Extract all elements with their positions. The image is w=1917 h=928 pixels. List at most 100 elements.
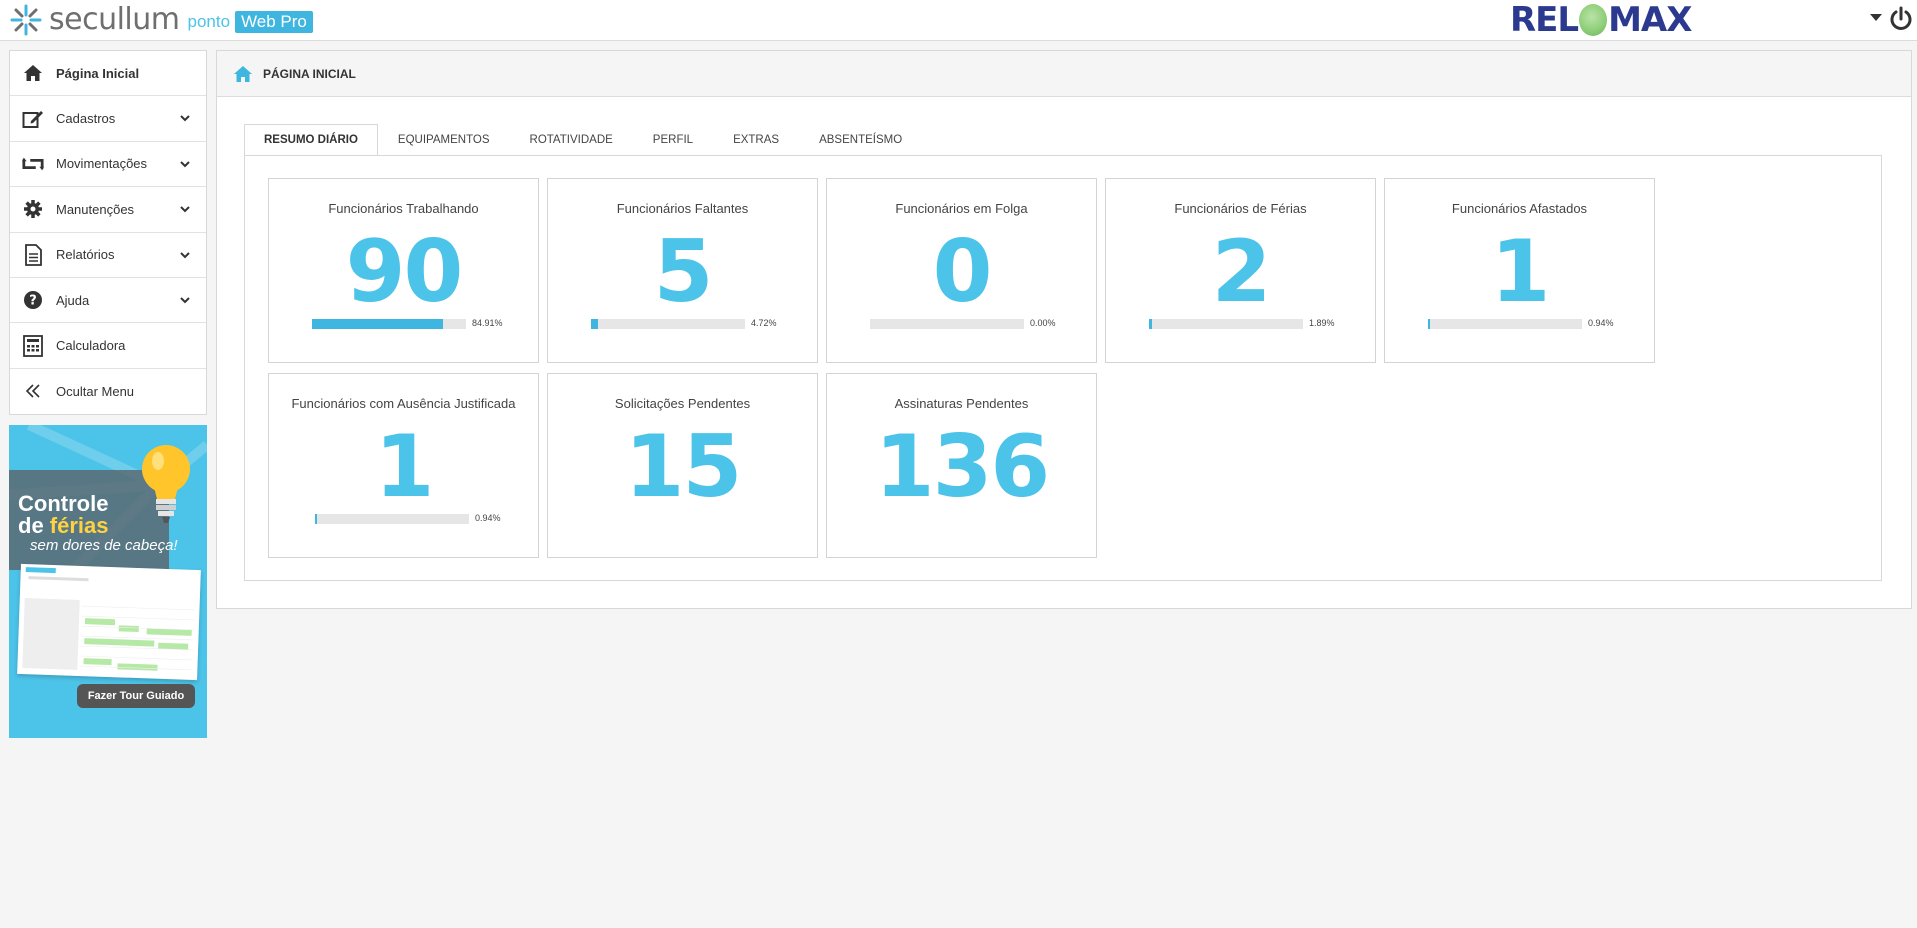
- sidebar-item-label: Relatórios: [56, 247, 115, 263]
- card-title: Funcionários Faltantes: [616, 201, 749, 216]
- card-percent: 84.91%: [472, 318, 503, 328]
- progress-bar: [1149, 319, 1303, 329]
- card-value: 0: [932, 222, 993, 322]
- calculator-icon: [22, 334, 44, 357]
- user-dropdown-caret-icon[interactable]: [1870, 14, 1882, 21]
- gear-icon: [22, 198, 44, 220]
- promo-subtitle: sem dores de cabeça!: [30, 537, 178, 554]
- tab-resumo-diario[interactable]: RESUMO DIÁRIO: [244, 124, 378, 156]
- card-percent: 1.89%: [1309, 318, 1335, 328]
- progress-bar-fill: [312, 319, 443, 329]
- chevron-down-icon: [180, 251, 190, 258]
- progress-bar: [591, 319, 745, 329]
- sidebar-item-label: Cadastros: [56, 111, 116, 127]
- tab-equipamentos[interactable]: EQUIPAMENTOS: [378, 124, 510, 156]
- card-percent: 0.94%: [475, 513, 501, 523]
- tab-content-resumo-diario: Funcionários Trabalhando 90 84.91% Funci…: [244, 155, 1882, 581]
- sidebar-item-calculadora[interactable]: Calculadora: [10, 323, 206, 369]
- lightbulb-icon: [142, 445, 190, 523]
- stat-card-folga[interactable]: Funcionários em Folga 0 0.00%: [826, 178, 1097, 363]
- document-icon: [22, 243, 44, 266]
- stat-card-solicitacoes-pendentes[interactable]: Solicitações Pendentes 15: [547, 373, 818, 558]
- top-bar: secullum ponto Web Pro REL MAX: [0, 0, 1917, 41]
- sidebar-item-ajuda[interactable]: ? Ajuda: [10, 278, 206, 324]
- sidebar-item-ocultar-menu[interactable]: Ocultar Menu: [10, 369, 206, 414]
- card-percent: 0.94%: [1588, 318, 1614, 328]
- progress-bar-fill: [591, 319, 599, 329]
- sidebar-item-manutencoes[interactable]: Manutenções: [10, 187, 206, 233]
- progress-bar: [1428, 319, 1582, 329]
- card-value: 5: [653, 222, 714, 322]
- double-chevron-left-icon: [22, 380, 44, 402]
- tour-guiado-button[interactable]: Fazer Tour Guiado: [77, 684, 195, 708]
- sidebar-item-relatorios[interactable]: Relatórios: [10, 233, 206, 278]
- brand-right-text: MAX: [1608, 0, 1692, 40]
- tab-extras[interactable]: EXTRAS: [713, 124, 799, 156]
- chevron-down-icon: [180, 161, 190, 168]
- sidebar-item-pagina-inicial[interactable]: Página Inicial: [10, 51, 206, 97]
- promo-title-line2: de férias: [18, 515, 109, 537]
- card-title: Funcionários de Férias: [1174, 201, 1307, 216]
- sidebar-item-cadastros[interactable]: Cadastros: [10, 96, 206, 142]
- promo-banner[interactable]: Controle de férias sem dores de cabeça!: [9, 425, 207, 738]
- power-icon[interactable]: [1888, 6, 1914, 32]
- sidebar-item-label: Página Inicial: [56, 65, 140, 81]
- edit-icon: [22, 108, 44, 130]
- progress-bar: [315, 514, 469, 524]
- retweet-icon: [22, 153, 44, 175]
- card-title: Assinaturas Pendentes: [894, 396, 1029, 411]
- chevron-down-icon: [180, 297, 190, 304]
- card-percent: 4.72%: [751, 318, 777, 328]
- stat-card-trabalhando[interactable]: Funcionários Trabalhando 90 84.91%: [268, 178, 539, 363]
- card-value: 2: [1211, 222, 1272, 322]
- stat-card-ferias[interactable]: Funcionários de Férias 2 1.89%: [1105, 178, 1376, 363]
- fingerprint-icon: [1579, 4, 1608, 36]
- secullum-logo: secullum ponto Web Pro: [8, 2, 313, 38]
- page-header: PÁGINA INICIAL: [217, 51, 1911, 97]
- home-icon: [22, 62, 44, 84]
- stat-card-faltantes[interactable]: Funcionários Faltantes 5 4.72%: [547, 178, 818, 363]
- tab-absenteismo[interactable]: ABSENTEÍSMO: [799, 124, 922, 156]
- sidebar-item-label: Ocultar Menu: [56, 383, 135, 399]
- sidebar-item-label: Ajuda: [56, 292, 90, 308]
- card-title: Funcionários com Ausência Justificada: [291, 396, 516, 411]
- card-value: 15: [624, 417, 743, 517]
- tab-perfil[interactable]: PERFIL: [633, 124, 713, 156]
- question-icon: ?: [22, 289, 44, 311]
- sidebar-item-movimentacoes[interactable]: Movimentações: [10, 142, 206, 188]
- svg-text:?: ?: [29, 294, 37, 309]
- card-title: Funcionários Trabalhando: [328, 201, 479, 216]
- progress-bar-fill: [315, 514, 317, 524]
- main-panel: PÁGINA INICIAL RESUMO DIÁRIO EQUIPAMENTO…: [216, 50, 1912, 609]
- stat-card-assinaturas-pendentes[interactable]: Assinaturas Pendentes 136: [826, 373, 1097, 558]
- secullum-logo-icon: [10, 4, 42, 36]
- stat-card-ausencia-justificada[interactable]: Funcionários com Ausência Justificada 1 …: [268, 373, 539, 558]
- card-title: Funcionários Afastados: [1451, 201, 1588, 216]
- home-icon: [234, 65, 252, 82]
- logo-webpro-badge: Web Pro: [235, 11, 313, 33]
- relomax-logo: REL MAX: [1510, 0, 1692, 40]
- page-title: PÁGINA INICIAL: [263, 66, 356, 81]
- card-value: 136: [874, 417, 1051, 517]
- card-value: 1: [374, 417, 435, 517]
- progress-bar: [312, 319, 466, 329]
- sidebar-item-label: Manutenções: [56, 201, 135, 217]
- sidebar-menu: Página Inicial Cadastros Movimentações M…: [9, 50, 207, 416]
- logo-text: secullum: [49, 2, 180, 37]
- stat-card-afastados[interactable]: Funcionários Afastados 1 0.94%: [1384, 178, 1655, 363]
- card-value: 90: [345, 222, 464, 322]
- card-title: Funcionários em Folga: [895, 201, 1028, 216]
- sidebar-item-label: Calculadora: [56, 338, 126, 354]
- promo-title-prefix: de: [18, 513, 50, 538]
- chevron-down-icon: [180, 206, 190, 213]
- tab-bar: RESUMO DIÁRIO EQUIPAMENTOS ROTATIVIDADE …: [244, 124, 922, 156]
- card-percent: 0.00%: [1030, 318, 1056, 328]
- chevron-down-icon: [180, 115, 190, 122]
- schedule-preview-image: [17, 563, 201, 681]
- progress-bar-fill: [1149, 319, 1152, 329]
- card-title: Solicitações Pendentes: [614, 396, 751, 411]
- promo-title-line1: Controle: [18, 491, 109, 516]
- tab-rotatividade[interactable]: ROTATIVIDADE: [510, 124, 633, 156]
- promo-title-highlight: férias: [49, 513, 109, 538]
- logo-ponto: ponto: [187, 12, 231, 31]
